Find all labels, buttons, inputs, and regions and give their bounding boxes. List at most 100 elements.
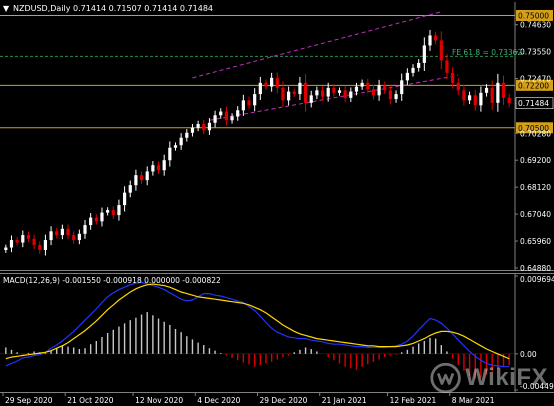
candle-body — [173, 145, 178, 148]
candle-body — [473, 95, 477, 106]
candle-body — [15, 240, 19, 243]
candle-body — [332, 87, 336, 93]
candle-body — [343, 90, 347, 98]
candle-body — [326, 87, 330, 97]
candle-body — [236, 110, 240, 117]
candle-body — [230, 116, 234, 121]
candle-body — [202, 124, 206, 131]
fe-label: FE 61.8 = 0.73362 — [452, 48, 522, 57]
candle-body — [270, 77, 274, 87]
candle-body — [213, 115, 217, 123]
collapse-arrow-icon[interactable]: ▼ — [3, 4, 10, 13]
candle-body — [439, 40, 443, 61]
price-tick-label: 0.70280 — [520, 129, 551, 138]
candle-body — [320, 90, 325, 97]
price-tick-label: 0.72470 — [520, 75, 551, 84]
time-tick-label: 21 Oct 2020 — [67, 396, 114, 405]
candle-body — [117, 205, 121, 216]
candle-body — [224, 111, 228, 121]
candle-body — [207, 122, 212, 131]
candle-body — [366, 82, 370, 90]
time-tick-label: 12 Nov 2020 — [135, 396, 183, 405]
candle-body — [434, 35, 438, 41]
candle-body — [66, 228, 70, 236]
time-tick-label: 29 Dec 2020 — [260, 396, 308, 405]
candle-body — [145, 171, 149, 181]
candle-body — [484, 87, 489, 93]
candle-body — [371, 89, 376, 96]
candle-body — [428, 35, 432, 46]
candle-body — [411, 67, 415, 73]
candle-body — [417, 62, 421, 68]
candle-body — [94, 217, 98, 222]
candle-body — [349, 91, 353, 98]
price-tick-label: 0.73550 — [520, 48, 551, 57]
price-tick-label: 0.68120 — [520, 183, 551, 192]
time-tick-label: 29 Sep 2020 — [5, 396, 53, 405]
candle-body — [122, 192, 127, 206]
candle-body — [264, 82, 268, 87]
candle-body — [185, 132, 189, 138]
time-tick-label: 21 Jan 2021 — [322, 396, 367, 405]
candle-body — [360, 82, 364, 87]
candle-body — [9, 240, 14, 248]
candle-body — [400, 80, 404, 95]
macd-tick-label: 0.009694 — [520, 275, 554, 284]
candle-body — [162, 160, 166, 171]
watermark: WikiFX — [430, 354, 548, 402]
candle-body — [134, 175, 138, 186]
candle-body — [445, 60, 449, 73]
candle-body — [354, 86, 359, 92]
candle-body — [388, 90, 393, 100]
candle-body — [55, 231, 59, 236]
candle-body — [292, 91, 296, 95]
candle-body — [309, 95, 313, 103]
candle-body — [72, 235, 76, 241]
candle-body — [156, 165, 161, 171]
candle-body — [377, 85, 381, 96]
candle-body — [467, 95, 472, 101]
candle-body — [32, 238, 36, 246]
candle-body — [383, 85, 387, 91]
candle-body — [462, 90, 466, 101]
price-tick-label: 0.65960 — [520, 237, 551, 246]
candle-body — [281, 87, 285, 101]
candle-body — [4, 247, 8, 251]
candle-body — [479, 92, 483, 106]
candle-body — [337, 90, 342, 93]
candle-body — [496, 82, 500, 103]
price-tick-label: 0.69200 — [520, 156, 551, 165]
candle-body — [315, 90, 319, 96]
wikifx-logo-icon — [430, 362, 461, 394]
candle-body — [394, 94, 398, 100]
candle-body — [26, 235, 31, 239]
candle-body — [83, 225, 87, 234]
candle-body — [490, 87, 494, 103]
candle-body — [253, 94, 257, 106]
candle-body — [507, 97, 511, 104]
candle-body — [151, 165, 155, 172]
candle-body — [21, 235, 25, 243]
candle-body — [298, 82, 302, 95]
candle-body — [456, 82, 460, 91]
candle-body — [168, 147, 172, 161]
candle-body — [451, 72, 455, 83]
candle-body — [89, 217, 93, 226]
candle-body — [196, 124, 200, 128]
time-tick-label: 4 Dec 2020 — [197, 396, 240, 405]
candle-body — [422, 45, 426, 63]
candle-body — [60, 228, 64, 236]
candle-body — [190, 127, 195, 133]
candle-body — [501, 82, 506, 98]
candle-body — [405, 72, 409, 81]
candle-body — [43, 240, 48, 251]
candle-body — [247, 100, 251, 106]
candle-body — [179, 137, 183, 146]
current-price-label: 0.71484 — [518, 99, 549, 108]
level-label: 0.75000 — [518, 11, 549, 20]
macd-header-title: MACD(12,26,9) -0.001550 -0.000918 0.0000… — [3, 276, 221, 285]
price-tick-label: 0.64880 — [520, 264, 551, 273]
price-tick-label: 0.67040 — [520, 210, 551, 219]
candle-body — [49, 231, 53, 241]
candle-body — [139, 175, 144, 181]
